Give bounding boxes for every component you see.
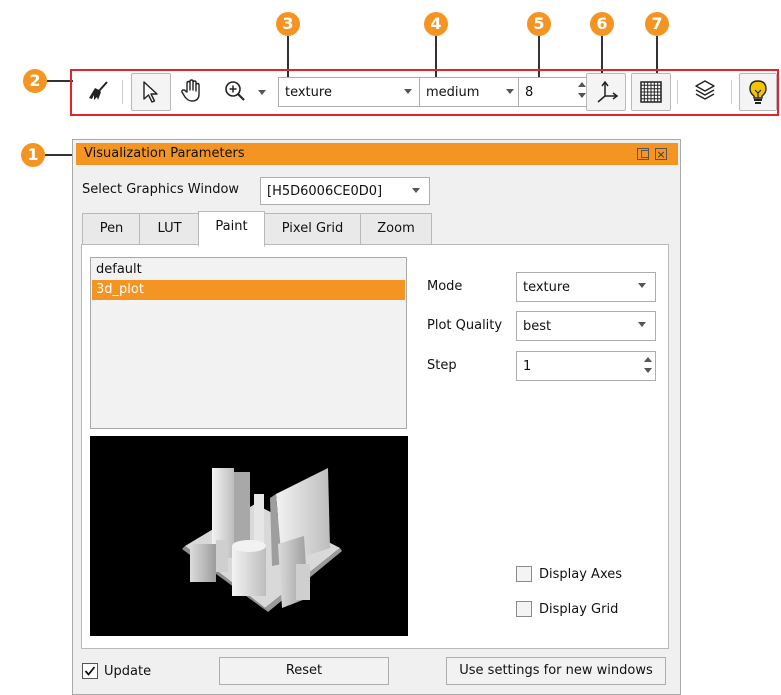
callout-7-leader xyxy=(656,36,658,73)
callout-2: 2 xyxy=(23,69,47,93)
step-panel-value: 1 xyxy=(523,358,532,374)
pan-hand-button[interactable] xyxy=(174,71,210,111)
toolbar-separator xyxy=(677,80,678,104)
plot-quality-dropdown[interactable]: medium xyxy=(419,77,523,107)
tab-zoom[interactable]: Zoom xyxy=(360,213,432,245)
plot-quality-value: medium xyxy=(426,84,480,100)
chevron-down-icon xyxy=(412,188,420,193)
display-axes-label: Display Axes xyxy=(539,567,623,582)
display-grid-label: Display Grid xyxy=(539,602,619,617)
paint-mode-value: texture xyxy=(285,84,332,100)
select-pointer-button[interactable] xyxy=(131,73,171,111)
spin-arrows-icon[interactable] xyxy=(643,355,653,377)
step-label: Step xyxy=(427,358,457,373)
close-icon[interactable]: × xyxy=(655,148,667,160)
callout-6: 6 xyxy=(590,12,614,36)
tab-lut[interactable]: LUT xyxy=(139,213,200,245)
display-axes-checkbox[interactable] xyxy=(516,566,532,582)
axes-icon xyxy=(597,80,619,103)
chevron-down-icon xyxy=(638,322,646,327)
toolbar-separator xyxy=(122,80,123,104)
step-spinbox[interactable]: 8 xyxy=(518,77,590,107)
graphics-window-dropdown[interactable]: [H5D6006CE0D0] xyxy=(260,177,430,205)
tab-paint[interactable]: Paint xyxy=(198,211,265,247)
update-checkbox[interactable] xyxy=(82,663,98,679)
mode-dropdown[interactable]: texture xyxy=(516,272,656,302)
panel-title: Visualization Parameters xyxy=(84,146,245,161)
zoom-dropdown-arrow-icon[interactable] xyxy=(258,90,266,95)
grid-icon xyxy=(640,81,662,103)
chevron-down-icon xyxy=(404,89,412,94)
hand-icon xyxy=(181,79,200,102)
checkmark-icon xyxy=(84,666,96,676)
layers-button[interactable] xyxy=(686,71,724,111)
list-item-default[interactable]: default xyxy=(92,260,405,280)
tab-pen[interactable]: Pen xyxy=(82,213,141,245)
reset-button[interactable]: Reset xyxy=(219,657,389,685)
display-axes-button[interactable] xyxy=(586,73,626,111)
plot-list[interactable]: default 3d_plot xyxy=(90,257,407,429)
broom-icon xyxy=(89,81,108,100)
callout-7: 7 xyxy=(645,12,669,36)
callout-4: 4 xyxy=(424,12,448,36)
chevron-down-icon xyxy=(506,89,514,94)
layers-icon xyxy=(695,80,715,100)
display-grid-button[interactable] xyxy=(631,73,671,111)
paint-mode-dropdown[interactable]: texture xyxy=(278,77,421,107)
select-window-label: Select Graphics Window xyxy=(82,182,240,197)
cursor-arrow-icon xyxy=(143,81,158,103)
display-grid-checkbox[interactable] xyxy=(516,601,532,617)
float-icon[interactable] xyxy=(637,148,649,160)
3d-plot-render-image xyxy=(182,468,342,612)
step-value: 8 xyxy=(525,84,534,100)
graphics-window-value: [H5D6006CE0D0] xyxy=(267,183,383,199)
plot-quality-panel-dropdown[interactable]: best xyxy=(516,311,656,341)
zoom-button[interactable] xyxy=(218,71,252,111)
mode-value: texture xyxy=(523,279,570,295)
clear-broom-button[interactable] xyxy=(82,71,114,111)
callout-5: 5 xyxy=(527,12,551,36)
3d-plot-preview xyxy=(90,436,408,636)
chevron-down-icon xyxy=(638,283,646,288)
plot-quality-label: Plot Quality xyxy=(427,318,503,333)
callout-1: 1 xyxy=(21,143,45,167)
callout-6-leader xyxy=(601,36,603,73)
mode-label: Mode xyxy=(427,279,463,294)
step-panel-spinbox[interactable]: 1 xyxy=(516,351,656,381)
update-label: Update xyxy=(104,664,152,679)
use-settings-new-windows-button[interactable]: Use settings for new windows xyxy=(446,657,666,685)
callout-3: 3 xyxy=(276,12,300,36)
list-item-3d-plot[interactable]: 3d_plot xyxy=(92,280,405,300)
plot-quality-panel-value: best xyxy=(523,318,552,334)
lightbulb-button[interactable] xyxy=(739,73,777,111)
toolbar-separator xyxy=(731,80,732,104)
tab-pixel-grid[interactable]: Pixel Grid xyxy=(263,213,362,245)
zoom-in-magnifier-icon xyxy=(225,81,245,101)
lightbulb-icon xyxy=(749,80,767,104)
